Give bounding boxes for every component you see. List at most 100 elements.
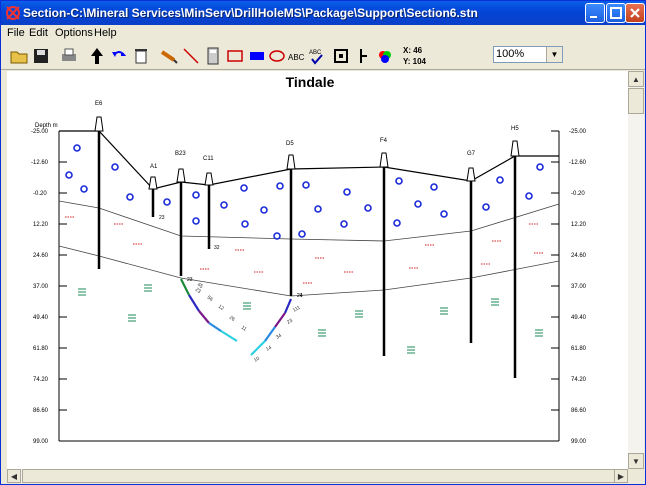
grass-mark — [128, 314, 136, 322]
color-icon[interactable] — [375, 46, 395, 66]
grass-mark — [318, 329, 326, 337]
scroll-up-button[interactable]: ▲ — [628, 71, 644, 87]
pebble-mark — [496, 176, 504, 184]
pebble-mark — [414, 200, 422, 208]
depth-tick: 74.20 — [571, 377, 587, 383]
depth-tick: 12.20 — [571, 222, 587, 228]
tee-icon[interactable] — [353, 46, 373, 66]
depth-tick: 86.60 — [571, 408, 587, 414]
section-canvas[interactable]: Tindale Depth m -25.00 -12.60 -0.20 12.2… — [7, 71, 628, 469]
pebble-mark — [273, 232, 281, 240]
application-window: Section-C:\Mineral Services\MinServ\Dril… — [0, 0, 646, 485]
scroll-down-button[interactable]: ▼ — [628, 453, 644, 469]
window-title: Section-C:\Mineral Services\MinServ\Dril… — [23, 6, 478, 20]
menu-file[interactable]: File — [7, 27, 25, 39]
cross-section-drawing: Tindale Depth m -25.00 -12.60 -0.20 12.2… — [31, 74, 587, 445]
scroll-left-button[interactable]: ◀ — [7, 469, 21, 483]
delete-icon[interactable] — [131, 46, 151, 66]
y-value: 104 — [412, 57, 426, 66]
pebble-mark — [240, 184, 248, 192]
grass-mark — [78, 288, 86, 296]
zoom-value: 100% — [496, 48, 525, 60]
box-icon[interactable] — [331, 46, 351, 66]
menu-options[interactable]: Options — [55, 27, 93, 39]
pebble-mark — [302, 181, 310, 189]
chevron-down-icon[interactable]: ▼ — [546, 47, 562, 62]
close-button[interactable] — [625, 3, 645, 23]
undo-icon[interactable] — [109, 46, 129, 66]
hole-label-b23: B23 — [175, 151, 186, 157]
grass-mark — [491, 298, 499, 306]
depth-tick: 61.80 — [571, 346, 587, 352]
print-icon[interactable] — [59, 46, 79, 66]
x-value: 46 — [413, 46, 423, 55]
x-label: X: — [403, 46, 411, 55]
hole-label-f4: F4 — [380, 138, 388, 144]
scroll-thumb-horizontal[interactable] — [22, 469, 617, 483]
save-icon[interactable] — [31, 46, 51, 66]
coordinate-readout: X: 46 Y: 104 — [403, 45, 426, 67]
depth-tick: -25.00 — [569, 129, 587, 135]
depth-tick: -25.00 — [31, 129, 49, 135]
deviated-hole-d5 — [250, 298, 293, 356]
grass-mark — [535, 329, 543, 337]
line-icon[interactable] — [181, 46, 201, 66]
grass-mark — [440, 307, 448, 315]
sample-label: 11 — [240, 325, 248, 333]
ellipse-icon[interactable] — [267, 46, 287, 66]
pebble-mark — [241, 220, 249, 228]
y-label: Y: — [403, 57, 411, 66]
vertical-scrollbar[interactable]: ▲ ▼ — [628, 71, 644, 469]
grass-mark — [144, 284, 152, 292]
pencil-icon[interactable] — [159, 46, 179, 66]
pebble-mark — [276, 182, 284, 190]
text-icon[interactable]: ABC — [287, 46, 307, 66]
depth-tick: 12.20 — [33, 222, 49, 228]
drill-holes — [97, 131, 517, 378]
scroll-thumb-vertical[interactable] — [628, 88, 644, 114]
filled-rectangle-icon[interactable] — [247, 46, 267, 66]
layer-boundary-lower — [58, 245, 560, 297]
open-icon[interactable] — [9, 46, 29, 66]
pebble-mark — [192, 191, 200, 199]
title-bar[interactable]: Section-C:\Mineral Services\MinServ\Dril… — [1, 1, 645, 25]
hole-label-a1: A1 — [150, 164, 158, 170]
rig-icon — [379, 152, 389, 168]
hole-depth-label: 23 — [159, 215, 165, 221]
zoom-select[interactable]: 100% ▼ — [493, 46, 563, 63]
maximize-button[interactable] — [606, 3, 626, 23]
grass-mark — [355, 310, 363, 318]
app-icon — [6, 6, 20, 20]
grass-mark — [407, 346, 415, 354]
grass-mark — [243, 302, 251, 310]
scroll-right-button[interactable]: ▶ — [614, 469, 628, 483]
pebble-mark — [340, 220, 348, 228]
hole-label-d5: D5 — [286, 141, 294, 147]
depth-tick: -12.60 — [569, 160, 587, 166]
hole-label-h5: H5 — [511, 126, 519, 132]
rig-icon — [204, 172, 214, 186]
minimize-button[interactable] — [585, 3, 605, 23]
rig-icon — [176, 168, 186, 183]
hole-label-g7: G7 — [467, 151, 476, 157]
depth-tick: 37.00 — [33, 284, 49, 290]
rectangle-icon[interactable] — [225, 46, 245, 66]
menu-help[interactable]: Help — [94, 27, 117, 39]
pebble-mark — [126, 193, 134, 201]
menu-edit[interactable]: Edit — [29, 27, 48, 39]
horizontal-scrollbar[interactable]: ◀ ▶ — [7, 469, 628, 483]
pebble-mark — [73, 144, 81, 152]
depth-tick: 49.40 — [571, 315, 587, 321]
depth-tick: 61.80 — [33, 346, 49, 352]
pebble-mark — [65, 171, 73, 179]
close-icon — [630, 8, 640, 18]
pebble-mark — [364, 204, 372, 212]
spellcheck-icon[interactable]: ABC — [307, 46, 327, 66]
sample-label: 12 — [217, 304, 225, 312]
pointer-icon[interactable] — [87, 46, 107, 66]
calculator-icon[interactable] — [203, 46, 223, 66]
depth-tick: -12.60 — [31, 160, 49, 166]
pebble-mark — [192, 217, 200, 225]
section-title: Tindale — [286, 74, 335, 90]
sample-label: 10 — [253, 356, 261, 364]
